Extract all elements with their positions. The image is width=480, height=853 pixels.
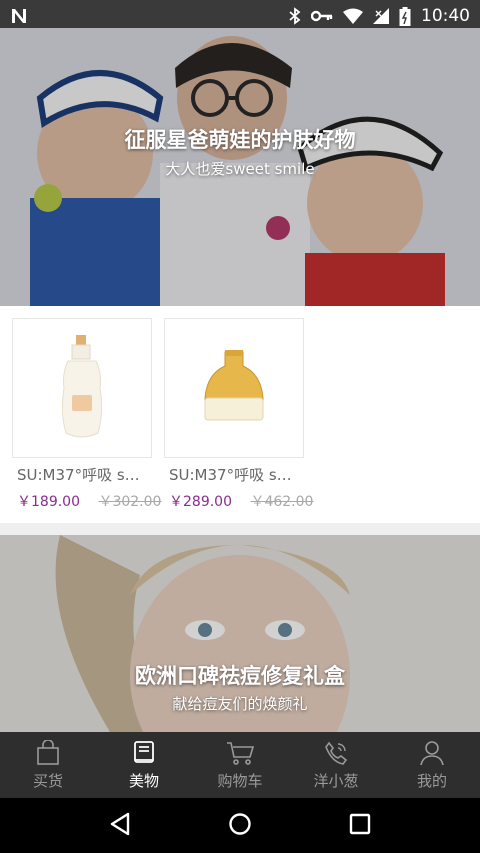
price-row: ￥289.00 ￥462.00	[164, 491, 313, 511]
wifi-icon	[343, 8, 363, 24]
tab-buy[interactable]: 买货	[0, 732, 96, 798]
key-icon	[311, 9, 333, 23]
battery-icon	[399, 6, 411, 26]
product-card[interactable]: SU:M37°呼吸 sweet smile 面霜 ￥289.00 ￥462.00	[164, 318, 313, 511]
tab-label: 我的	[416, 771, 447, 790]
price-row: ￥189.00 ￥302.00	[12, 491, 161, 511]
tab-beauty[interactable]: 美物	[96, 732, 192, 798]
banner-skincare-family[interactable]: 征服星爸萌娃的护肤好物 大人也爱sweet smile	[0, 28, 480, 306]
tab-label: 买货	[32, 771, 63, 790]
product-image-lotion[interactable]	[12, 318, 152, 458]
product-price: ￥189.00	[17, 494, 80, 510]
tab-contact[interactable]: 洋小葱	[288, 732, 384, 798]
tab-label: 洋小葱	[313, 771, 359, 790]
clock: 10:40	[421, 6, 470, 26]
tab-mine[interactable]: 我的	[384, 732, 480, 798]
screen: 10:40 征服星爸萌娃的护肤好物 大人也爱sweet smile SU:M37…	[0, 0, 480, 853]
product-name[interactable]: SU:M37°呼吸 sweet smile 身体乳	[12, 464, 142, 485]
banner-subtitle: 献给痘友们的焕颜礼	[172, 695, 308, 713]
book-icon	[131, 740, 157, 766]
system-nav-bar	[0, 798, 480, 853]
cart-icon	[226, 740, 254, 766]
person-icon	[419, 740, 445, 766]
notification-n-icon	[10, 7, 28, 25]
banner-title: 征服星爸萌娃的护肤好物	[124, 128, 356, 152]
section-divider	[0, 523, 480, 535]
product-image-cream[interactable]	[164, 318, 304, 458]
signal-icon	[373, 8, 389, 24]
phone-icon	[323, 740, 349, 766]
recents-icon[interactable]	[349, 813, 371, 839]
banner-acne-repair-gift-box[interactable]: 欧洲口碑祛痘修复礼盒 献给痘友们的焕颜礼	[0, 535, 480, 732]
back-icon[interactable]	[109, 812, 131, 840]
product-price: ￥289.00	[169, 494, 232, 510]
product-original-price: ￥462.00	[250, 494, 314, 510]
banner-title: 欧洲口碑祛痘修复礼盒	[135, 664, 345, 688]
product-card[interactable]: SU:M37°呼吸 sweet smile 身体乳 ￥189.00 ￥302.0…	[12, 318, 161, 511]
tab-label: 美物	[128, 771, 159, 790]
bottom-tab-bar: 买货 美物 购物车 洋小葱 我的	[0, 732, 480, 798]
product-name[interactable]: SU:M37°呼吸 sweet smile 面霜	[164, 464, 294, 485]
product-row: SU:M37°呼吸 sweet smile 身体乳 ￥189.00 ￥302.0…	[0, 306, 480, 523]
product-original-price: ￥302.00	[98, 494, 162, 510]
tab-label: 购物车	[217, 771, 263, 790]
home-icon[interactable]	[228, 812, 252, 840]
bag-icon	[35, 739, 61, 766]
banner-subtitle: 大人也爱sweet smile	[165, 160, 315, 178]
bluetooth-icon	[289, 7, 301, 25]
tab-cart[interactable]: 购物车	[192, 732, 288, 798]
